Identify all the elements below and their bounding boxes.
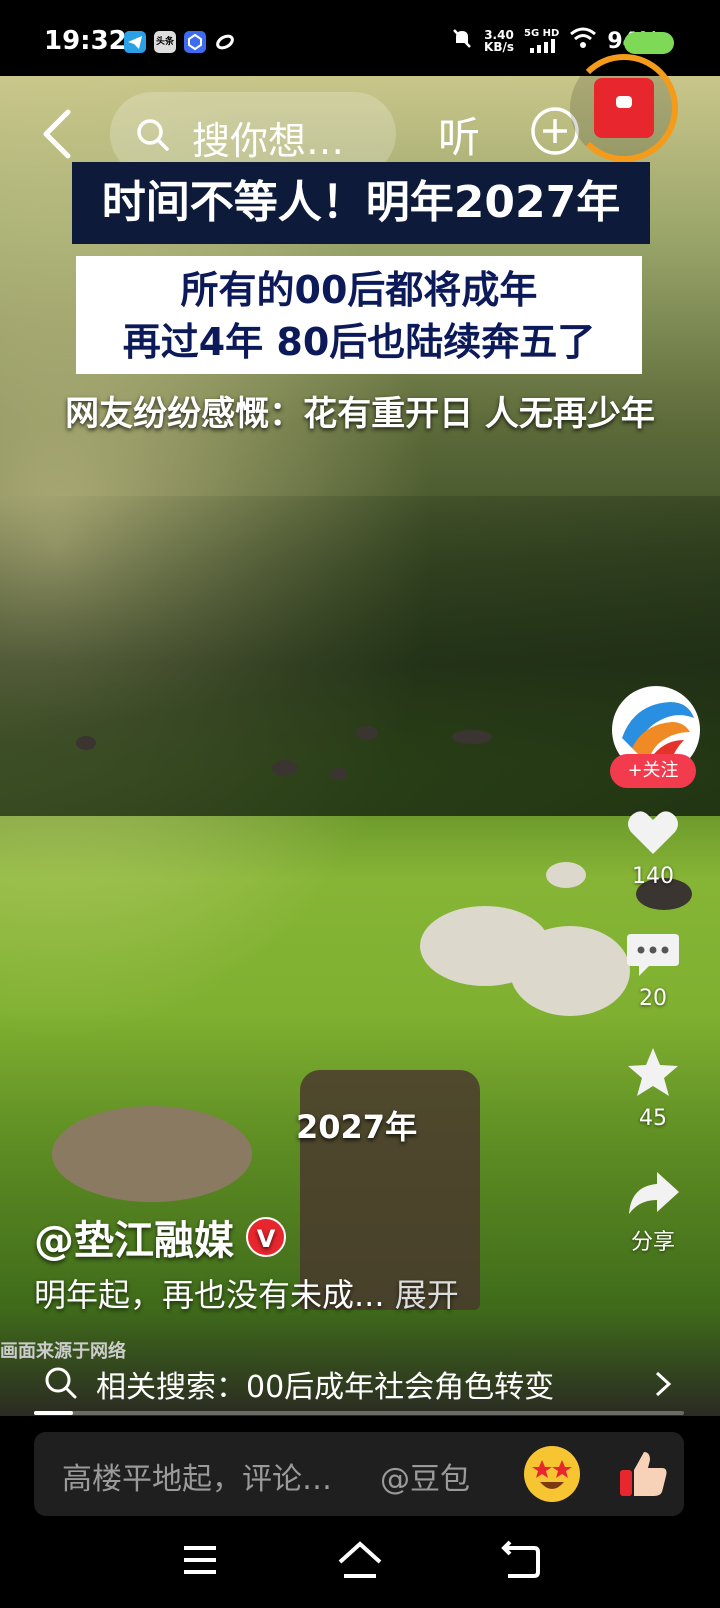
sheep [452,730,492,744]
red-packet-clasp [616,96,632,108]
search-icon [45,1367,77,1399]
share-label: 分享 [630,1230,675,1255]
like-count: 140 [632,864,674,889]
post-description[interactable]: 明年起，再也没有未成... 展开 [34,1270,459,1316]
battery-icon [624,32,674,54]
return-arrow-icon [501,1540,540,1578]
thumbs-up-icon [620,1452,667,1496]
lamb [52,1106,252,1202]
video-caption-box: 所有的00后都将成年 再过4年 80后也陆续奔五了 [76,256,642,374]
video-progress-bar[interactable] [34,1411,684,1415]
nav-home-button[interactable] [330,1536,390,1588]
status-time: 19:32 [44,26,127,56]
search-icon [137,119,169,151]
system-nav-bar [0,1520,720,1608]
sheep [272,760,298,776]
heart-icon [628,811,678,854]
sheep [330,768,348,780]
nav-menu-button[interactable] [170,1536,230,1588]
toutiao-icon: 头条 [154,31,176,53]
share-arrow-icon [629,1172,679,1214]
app-swirl-icon [214,31,236,53]
sheep [76,736,96,750]
author-name[interactable]: @垫江融媒 [34,1208,234,1266]
favorite-button[interactable]: 45 [610,1046,696,1131]
chevron-right-icon [655,1371,672,1397]
follow-button[interactable]: +关注 [610,754,696,788]
share-button[interactable]: 分享 [610,1168,696,1256]
author-row[interactable]: @垫江融媒 V [34,1208,286,1266]
mute-bell-icon [450,26,474,56]
red-packet-icon [594,78,654,138]
signal-bars-icon [529,39,555,53]
nav-back-button[interactable] [490,1536,550,1588]
video-caption-line2: 再过4年 80后也陆续奔五了 [122,320,596,364]
telegram-icon [124,31,146,53]
back-arrow-icon [43,109,71,159]
related-search-text: 相关搜索：00后成年社会角色转变 [96,1370,555,1405]
favorite-count: 45 [639,1106,667,1131]
star-icon [628,1048,678,1096]
app-blue-icon [184,31,206,53]
menu-icon [184,1546,216,1574]
status-app-icons: 头条 [124,31,236,53]
video-caption-line1: 所有的00后都将成年 [180,268,538,312]
mention-doubao-button[interactable]: @豆包 [380,1454,470,1498]
video-progress-fill [34,1411,73,1415]
video-caption-title: 时间不等人！明年2027年 [72,162,650,244]
search-placeholder: 搜你想… [192,119,345,163]
listen-button[interactable]: 听 [438,104,480,165]
red-packet-button[interactable] [570,54,678,162]
sheep [356,726,378,740]
related-search-bar[interactable]: 相关搜索：00后成年社会角色转变 [34,1352,690,1416]
signal-group: 5G HD [524,29,559,53]
verified-badge-icon: V [246,1217,286,1257]
comment-input[interactable]: 高楼平地起，评论… @豆包 [34,1432,684,1516]
sheep [546,862,586,888]
description-text: 明年起，再也没有未成... [34,1276,385,1314]
home-icon [338,1541,382,1578]
wifi-icon [569,27,597,55]
emoji-button[interactable] [524,1446,580,1502]
net-speed: 3.40 KB/s [484,28,514,54]
comment-count: 20 [639,986,667,1011]
video-overlay-year: 2027年 [296,1108,418,1146]
star-eyes-emoji-icon [525,1447,579,1501]
back-button[interactable] [36,106,80,162]
like-button[interactable]: 140 [610,806,696,889]
thumbs-up-button[interactable] [614,1446,670,1502]
comment-bubble-icon [627,934,679,976]
expand-link[interactable]: 展开 [395,1276,459,1314]
comment-button[interactable]: 20 [610,930,696,1011]
video-caption-subtitle: 网友纷纷感慨：花有重开日 人无再少年 [65,394,655,434]
comment-placeholder: 高楼平地起，评论… [62,1462,332,1497]
